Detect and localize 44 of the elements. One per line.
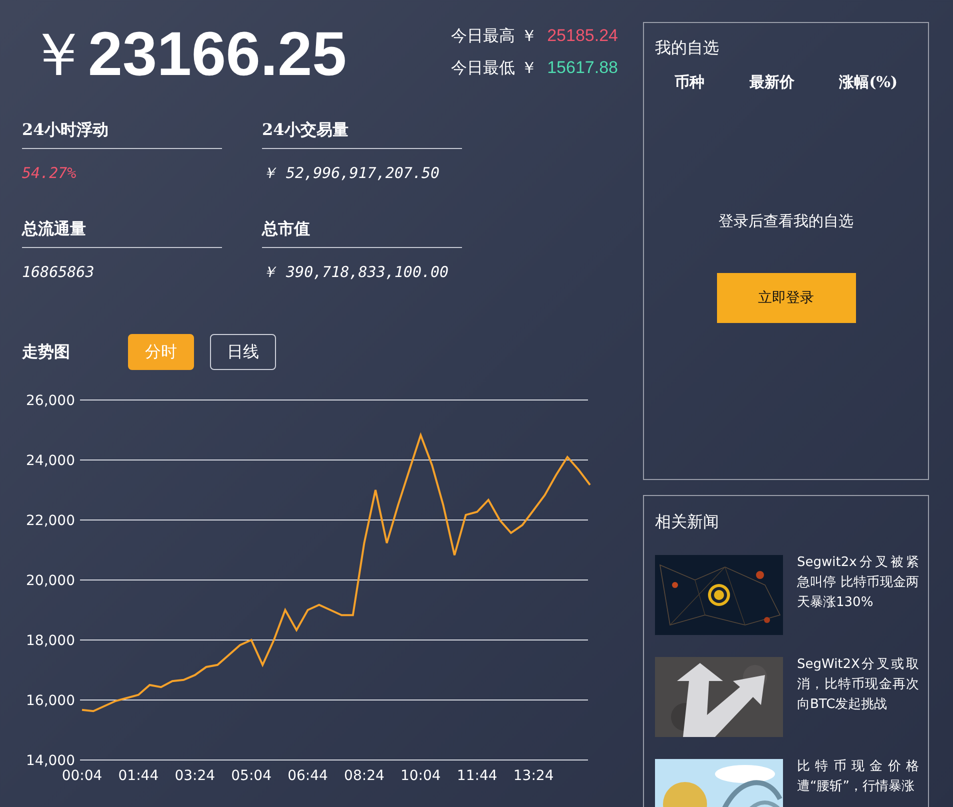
news-headline[interactable]: Segwit2x分叉被紧急叫停 比特币现金两天暴涨130%: [797, 553, 919, 635]
stat-value: 54.27%: [22, 163, 78, 183]
stat-value: ￥ 52,996,917,207.50: [262, 163, 441, 183]
empty-message: 登录后查看我的自选: [718, 212, 854, 231]
news-headline[interactable]: SegWit2X分叉或取消，比特币现金再次向BTC发起挑战: [797, 655, 919, 737]
x-axis-label: 11:44: [456, 768, 498, 784]
y-axis-label: 14,000: [26, 753, 75, 769]
currency-sign: ￥: [521, 59, 538, 79]
column-header: 币种: [674, 73, 704, 92]
chart-title: 走势图: [21, 342, 71, 362]
x-axis-label: 05:04: [231, 768, 272, 784]
news-headline[interactable]: 比特币现金价格遭“腰斩”，行情暴涨: [797, 757, 919, 807]
stat-label: 24小交易量: [262, 120, 462, 149]
y-axis-label: 26,000: [26, 393, 75, 409]
y-axis-label: 16,000: [26, 693, 75, 709]
range-value: 25185.24: [547, 26, 618, 46]
stat-label: 总流通量: [22, 219, 222, 248]
stat-label: 总市值: [262, 219, 462, 248]
y-axis-label: 18,000: [26, 633, 75, 649]
x-axis-label: 13:24: [513, 768, 554, 784]
current-price: 23166.25: [88, 20, 347, 90]
currency-sign: ￥: [521, 27, 538, 47]
column-header: 涨幅(%): [839, 73, 898, 92]
x-axis-label: 06:44: [288, 768, 328, 784]
range-label: 今日最高: [451, 26, 516, 46]
currency-sign: ￥: [28, 21, 88, 90]
chart-tab[interactable]: 日线: [210, 334, 276, 370]
x-axis-label: 03:24: [174, 768, 216, 784]
x-axis-label: 00:04: [62, 768, 102, 784]
panel-title: 相关新闻: [654, 511, 720, 533]
y-axis-label: 24,000: [26, 453, 75, 469]
panel-title: 我的自选: [654, 37, 719, 59]
stat-value: 16865863: [22, 262, 96, 282]
y-axis-label: 22,000: [26, 513, 75, 529]
column-header: 最新价: [749, 73, 794, 92]
x-axis-label: 10:04: [400, 768, 441, 784]
login-button[interactable]: 立即登录: [716, 273, 856, 323]
y-axis-label: 20,000: [26, 573, 75, 589]
range-label: 今日最低: [451, 58, 516, 78]
stat-label: 24小时浮动: [22, 120, 222, 149]
stat-value: ￥ 390,718,833,100.00: [262, 262, 450, 282]
x-axis-label: 08:24: [344, 768, 384, 784]
x-axis-label: 01:44: [118, 768, 159, 784]
range-value: 15617.88: [547, 58, 618, 78]
